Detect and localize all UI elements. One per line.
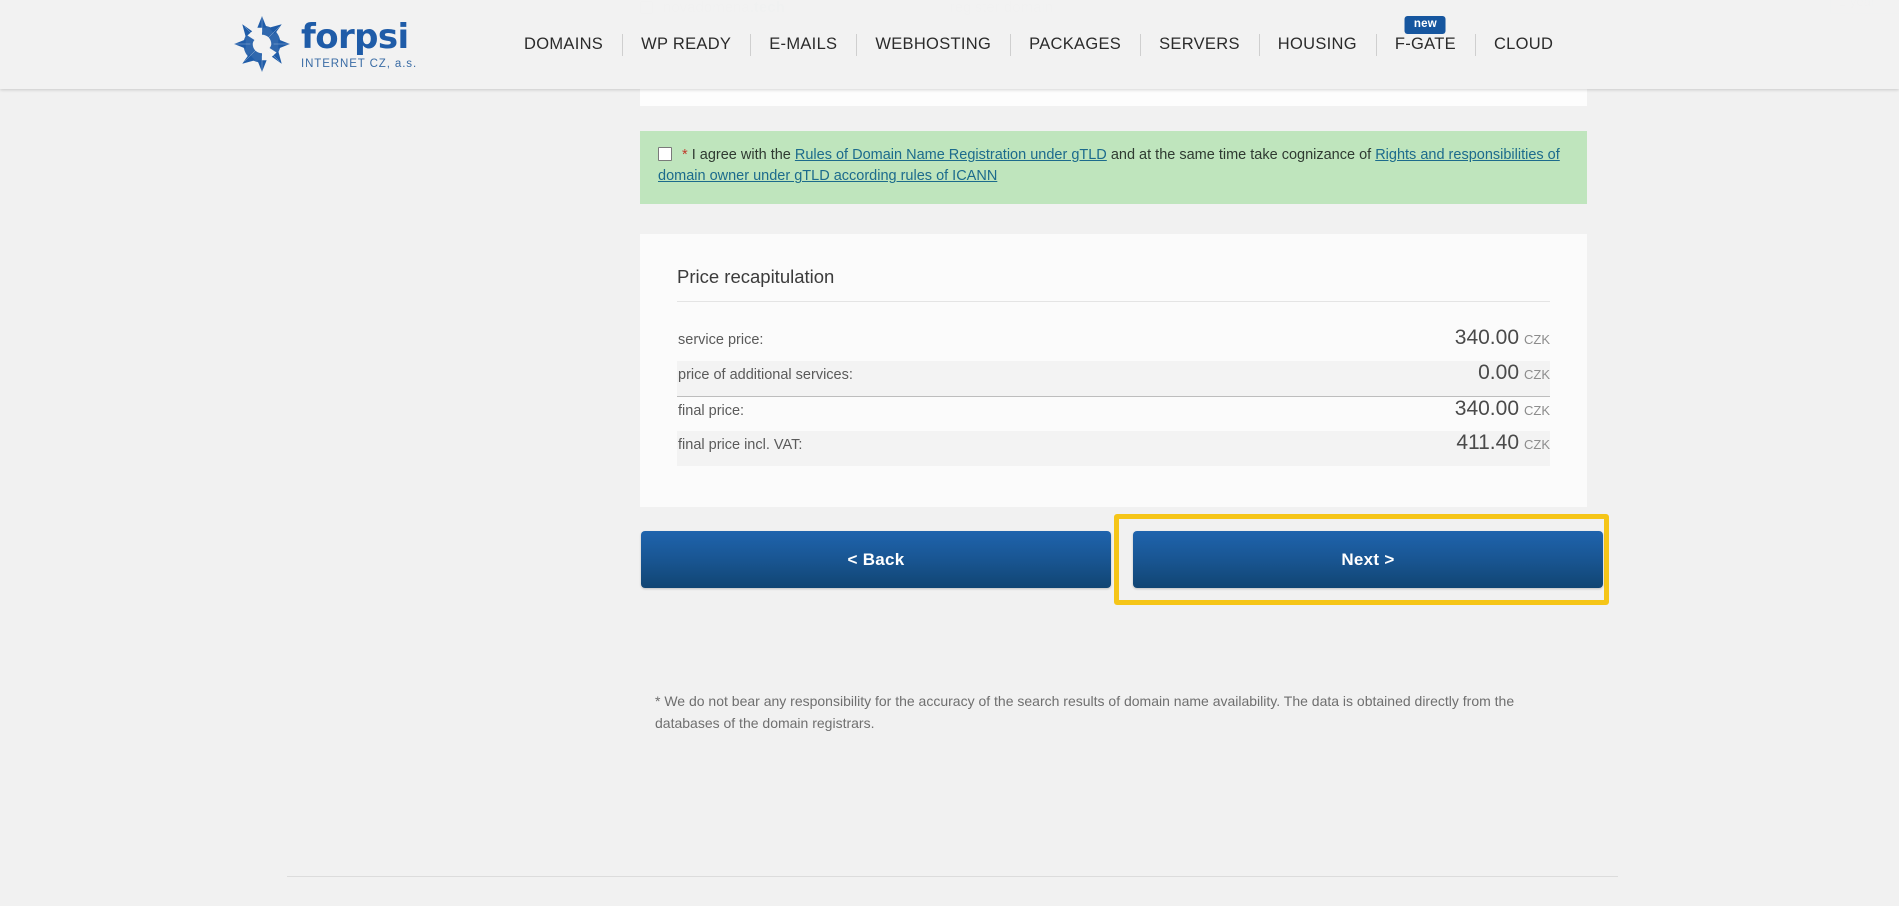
price-amount: 340.00	[1454, 326, 1519, 349]
agreement-text-before: I agree with the	[691, 147, 795, 163]
price-currency: CZK	[1524, 403, 1550, 418]
disclaimer-text: * We do not bear any responsibility for …	[655, 693, 1515, 731]
table-row: price of additional services: 0.00 CZK	[677, 361, 1550, 396]
price-amount: 411.40	[1456, 431, 1519, 454]
page-root: novadomena.tech register domain 1 year ▾…	[0, 0, 1899, 906]
price-currency: CZK	[1524, 367, 1550, 382]
nav-item-e-mails[interactable]: E-MAILS	[750, 0, 856, 89]
rules-of-domain-registration-link[interactable]: Rules of Domain Name Registration under …	[795, 147, 1107, 163]
price-currency: CZK	[1524, 332, 1550, 347]
price-row-label: price of additional services:	[678, 367, 853, 383]
price-amount: 0.00	[1478, 361, 1519, 384]
nav-item-wp-ready[interactable]: WP READY	[622, 0, 750, 89]
table-row: final price incl. VAT: 411.40 CZK	[677, 431, 1550, 466]
forpsi-star-logo-icon	[234, 16, 290, 72]
table-row: final price: 340.00 CZK	[677, 396, 1550, 431]
title-divider	[677, 301, 1550, 302]
nav-item-servers[interactable]: SERVERS	[1140, 0, 1259, 89]
nav-item-f-gate[interactable]: new F-GATE	[1376, 0, 1475, 89]
price-row-value: 411.40 CZK	[1456, 431, 1550, 455]
footer-divider	[287, 876, 1618, 877]
agreement-checkbox[interactable]	[658, 147, 672, 161]
table-row: service price: 340.00 CZK	[677, 326, 1550, 361]
price-row-label: final price incl. VAT:	[678, 437, 803, 453]
required-asterisk: *	[682, 147, 688, 163]
main-navigation: DOMAINS WP READY E-MAILS WEBHOSTING PACK…	[505, 0, 1572, 89]
nav-item-webhosting[interactable]: WEBHOSTING	[856, 0, 1010, 89]
nav-item-housing[interactable]: HOUSING	[1259, 0, 1376, 89]
price-row-value: 0.00 CZK	[1478, 361, 1550, 385]
nav-item-domains[interactable]: DOMAINS	[505, 0, 622, 89]
price-row-value: 340.00 CZK	[1455, 326, 1550, 350]
new-badge: new	[1404, 16, 1446, 35]
nav-item-cloud[interactable]: CLOUD	[1475, 0, 1572, 89]
agreement-panel: * I agree with the Rules of Domain Name …	[640, 131, 1587, 204]
price-row-label: service price:	[678, 332, 764, 348]
agreement-text-middle: and at the same time take cognizance of	[1106, 147, 1376, 163]
price-row-label: final price:	[678, 403, 745, 419]
nav-item-f-gate-label: F-GATE	[1394, 35, 1456, 53]
logo-subtitle: INTERNET CZ, a.s.	[301, 58, 418, 70]
site-logo[interactable]: forpsi INTERNET CZ, a.s.	[233, 9, 417, 79]
price-amount: 340.00	[1454, 397, 1519, 420]
logo-wordmark: forpsi	[301, 17, 409, 57]
price-row-value: 340.00 CZK	[1455, 397, 1550, 421]
price-table: service price: 340.00 CZK price of additi…	[677, 326, 1550, 466]
price-recapitulation-card: Price recapitulation service price: 340.…	[640, 234, 1587, 507]
price-currency: CZK	[1524, 437, 1550, 452]
back-button[interactable]: < Back	[641, 531, 1111, 588]
site-header: forpsi INTERNET CZ, a.s. DOMAINS WP READ…	[0, 0, 1899, 89]
nav-item-packages[interactable]: PACKAGES	[1010, 0, 1140, 89]
price-recapitulation-title: Price recapitulation	[677, 266, 835, 287]
next-button[interactable]: Next >	[1133, 531, 1603, 588]
